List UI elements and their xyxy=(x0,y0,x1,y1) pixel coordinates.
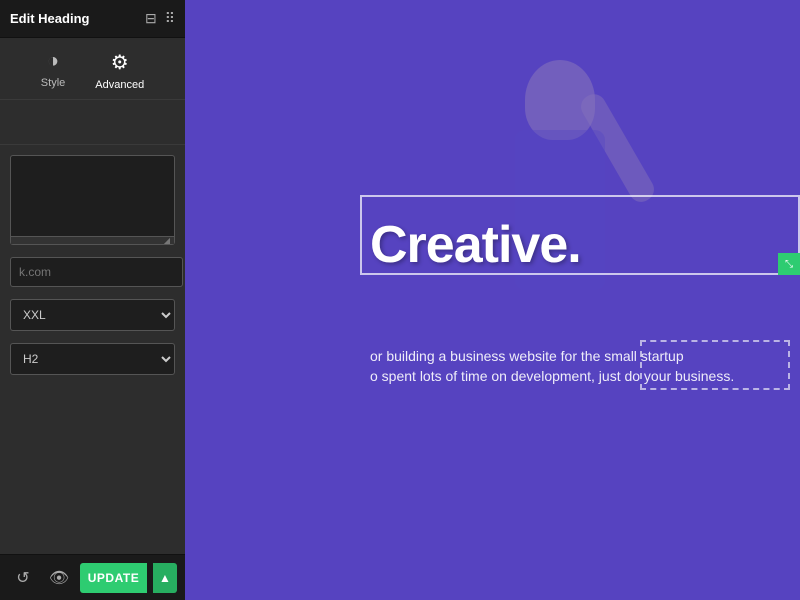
tag-select[interactable]: H2 H1 H3 H4 H5 H6 div span p xyxy=(10,343,175,375)
panel-tabs: ◑ Style ⚙ Advanced xyxy=(0,38,185,100)
tab-style[interactable]: ◑ Style xyxy=(41,50,65,91)
tab-style-label: Style xyxy=(41,77,65,89)
empty-section xyxy=(0,100,185,145)
canvas-heading[interactable]: Creative. xyxy=(370,215,581,275)
panel-header-icons: ⊟ ⠿ xyxy=(145,10,175,27)
panel-content: ◢ ⚙ XXL XL L M S XS H2 H1 H3 H4 xyxy=(0,145,185,554)
minimize-icon[interactable]: ⊟ xyxy=(145,10,157,27)
main-canvas: ⤡ Creative. or building a business websi… xyxy=(185,0,800,600)
tag-select-row: H2 H1 H3 H4 H5 H6 div span p xyxy=(10,343,175,375)
heading-textarea[interactable] xyxy=(11,156,174,231)
panel-footer: ↺ 👁 UPDATE ▲ xyxy=(0,554,185,600)
grid-view-icon[interactable]: ⠿ xyxy=(165,10,175,27)
size-select[interactable]: XXL XL L M S XS xyxy=(10,299,175,331)
panel-header: Edit Heading ⊟ ⠿ xyxy=(0,0,185,38)
panel-title: Edit Heading xyxy=(10,11,89,26)
update-arrow-icon: ▲ xyxy=(159,571,171,585)
textarea-resize-handle[interactable]: ◢ xyxy=(11,236,174,244)
advanced-icon: ⚙ xyxy=(111,50,129,75)
canvas-subtext1: or building a business website for the s… xyxy=(370,345,684,367)
link-input-row: ⚙ xyxy=(10,257,175,287)
update-arrow-button[interactable]: ▲ xyxy=(153,563,177,593)
undo-button[interactable]: ↺ xyxy=(8,563,38,593)
link-input[interactable] xyxy=(10,257,183,287)
person-figure xyxy=(420,30,700,590)
update-button[interactable]: UPDATE xyxy=(80,563,147,593)
canvas-subtext2: o spent lots of time on development, jus… xyxy=(370,368,734,384)
tab-advanced-label: Advanced xyxy=(95,79,144,91)
preview-button[interactable]: 👁 xyxy=(44,563,74,593)
style-icon: ◑ xyxy=(47,50,59,73)
edit-panel: Edit Heading ⊟ ⠿ ◑ Style ⚙ Advanced ◢ xyxy=(0,0,185,600)
size-select-row: XXL XL L M S XS xyxy=(10,299,175,331)
tab-advanced[interactable]: ⚙ Advanced xyxy=(95,50,144,91)
text-area-container: ◢ xyxy=(10,155,175,245)
resize-icon: ◢ xyxy=(164,236,170,245)
